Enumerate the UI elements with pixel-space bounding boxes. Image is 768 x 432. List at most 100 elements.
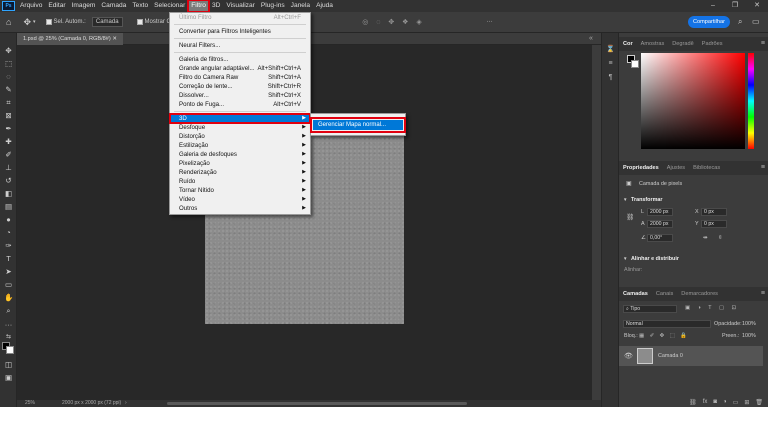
quick-select-icon[interactable]: ✎ [4,86,13,94]
menu-filtro[interactable]: Filtro [187,0,210,13]
menu-item-pixelate[interactable]: Pixelização ▶ [170,159,310,168]
crop-tool-icon[interactable]: ⌗ [4,99,13,107]
menu-item-neural-filters[interactable]: Neural Filters... [170,41,310,50]
maximize-icon[interactable]: ❐ [724,0,746,12]
menu-item-stylize[interactable]: Estilização ▶ [170,141,310,150]
chevron-down-icon[interactable]: ▼ [623,197,627,202]
rectangle-tool-icon[interactable]: ▭ [4,281,13,289]
more-options-icon[interactable]: ··· [487,19,493,25]
workspace-icon[interactable]: ▭ [752,17,760,26]
menu-imagem[interactable]: Imagem [69,0,99,12]
menu-item-vanishing-point[interactable]: Ponto de Fuga... Alt+Ctrl+V [170,100,310,109]
frame-tool-icon[interactable]: ⊠ [4,112,13,120]
menu-item-blur[interactable]: Desfoque ▶ [170,123,310,132]
menu-texto[interactable]: Texto [129,0,151,12]
collapse-panels-icon[interactable]: « [589,35,593,42]
add-mask-icon[interactable]: ◙ [713,399,717,407]
zoom-tool-icon[interactable]: ⌕ [4,307,13,315]
layer-name[interactable]: Camada 0 [658,353,683,359]
healing-brush-icon[interactable]: ✚ [4,138,13,146]
x-field[interactable]: 0 px [701,208,727,216]
tab-demarcadores[interactable]: Demarcadores [677,287,722,301]
quick-mask-icon[interactable]: ◫ [4,361,13,369]
new-layer-icon[interactable]: ⊞ [744,399,749,407]
fx-icon[interactable]: fx [703,399,708,407]
document-tab[interactable]: 1.psd @ 25% (Camada 0, RGB/8#) ✕ [17,33,124,45]
menu-item-dissolve[interactable]: Dissolver... Shift+Ctrl+X [170,91,310,100]
height-field[interactable]: 2000 px [647,220,673,228]
menu-item-video[interactable]: Vídeo ▶ [170,195,310,204]
layer-row[interactable]: 👁 Camada 0 [619,346,763,366]
menu-selecionar[interactable]: Selecionar [151,0,188,12]
panel-menu-icon[interactable]: ≡ [761,37,765,51]
menu-item-filter-gallery[interactable]: Galeria de filtros... [170,55,310,64]
history-brush-icon[interactable]: ↺ [4,177,13,185]
close-icon[interactable]: ✕ [746,0,768,12]
type-tool-icon[interactable]: T [4,255,13,263]
opacity-value[interactable]: 100% [742,321,756,327]
menu-janela[interactable]: Janela [288,0,313,12]
link-layers-icon[interactable]: ⛓ [689,399,697,407]
menu-item-render[interactable]: Renderização ▶ [170,168,310,177]
menu-plugins[interactable]: Plug-ins [258,0,288,12]
pen-tool-icon[interactable]: ✑ [4,242,13,250]
auto-select-checkbox[interactable]: Sel. Autom.: [45,19,86,25]
paragraph-icon[interactable]: ¶ [606,73,615,82]
more-tools-icon[interactable]: ··· [4,321,13,329]
menu-item-camera-raw[interactable]: Filtro do Camera Raw Shift+Ctrl+A [170,73,310,82]
clone-stamp-icon[interactable]: ⊥ [4,164,13,172]
tab-bibliotecas[interactable]: Bibliotecas [689,161,724,175]
eyedropper-icon[interactable]: ✒ [4,125,13,133]
layer-filter-icons[interactable]: ▣ ◑ T ▢ ⊡ [685,305,739,311]
menu-item-manage-normal-map[interactable]: Gerenciar Mapa normal... [310,117,406,133]
menu-item-sharpen[interactable]: Tornar Nítido ▶ [170,186,310,195]
y-field[interactable]: 0 px [701,220,727,228]
color-picker-field[interactable] [641,53,745,149]
menu-item-blur-gallery[interactable]: Galeria de desfoques ▶ [170,150,310,159]
flip-vertical-icon[interactable]: ⇳ [718,235,723,241]
adjustment-layer-icon[interactable]: ◑ [723,399,727,407]
fill-value[interactable]: 100% [742,333,756,339]
menu-item-distort[interactable]: Distorção ▶ [170,132,310,141]
move-tool-icon[interactable]: ✥ [23,17,31,28]
tab-ajustes[interactable]: Ajustes [663,161,689,175]
home-icon[interactable]: ⌂ [6,17,11,27]
menu-item-last-filter[interactable]: Último Filtro Alt+Ctrl+F [170,13,310,22]
tab-camadas[interactable]: Camadas [619,287,652,301]
menu-item-3d[interactable]: 3D ▶ [169,113,311,124]
delete-layer-icon[interactable]: 🗑 [755,399,763,407]
3d-mode-icons[interactable]: ◎ ◌ ✥ ❖ ◈ [362,18,425,26]
menu-visualizar[interactable]: Visualizar [223,0,257,12]
menu-item-adaptive-wide-angle[interactable]: Grande angular adaptável... Alt+Shift+Ctr… [170,64,310,73]
menu-item-convert-smart-filters[interactable]: Converter para Filtros Inteligentes [170,27,310,36]
menu-camada[interactable]: Camada [98,0,129,12]
panel-menu-icon[interactable]: ≡ [761,287,765,301]
tab-amostras[interactable]: Amostras [637,37,669,51]
tab-propriedades[interactable]: Propriedades [619,161,663,175]
brush-tool-icon[interactable]: ✐ [4,151,13,159]
menu-ajuda[interactable]: Ajuda [313,0,336,12]
eraser-tool-icon[interactable]: ◧ [4,190,13,198]
screen-mode-icon[interactable]: ▣ [4,374,13,382]
close-tab-icon[interactable]: ✕ [112,36,117,42]
lock-icons[interactable]: ▦ ✐ ✥ ⬚ 🔒 [639,333,689,339]
minimize-icon[interactable]: – [702,0,724,12]
layer-filter-dropdown[interactable]: ⌕ Tipo [623,305,677,313]
menu-item-other[interactable]: Outros ▶ [170,204,310,213]
background-color-swatch[interactable] [6,346,14,354]
flip-horizontal-icon[interactable]: ⇹ [703,235,708,241]
horizontal-scrollbar[interactable] [167,402,467,405]
gradient-tool-icon[interactable]: ▤ [4,203,13,211]
dodge-tool-icon[interactable]: ◔ [4,229,13,237]
menu-editar[interactable]: Editar [45,0,68,12]
menu-item-noise[interactable]: Ruído ▶ [170,177,310,186]
share-button[interactable]: Compartilhar [688,16,730,28]
path-select-icon[interactable]: ➤ [4,268,13,276]
hand-tool-icon[interactable]: ✋ [4,294,13,302]
angle-field[interactable]: 0,00° [647,234,673,242]
width-field[interactable]: 2000 px [647,208,673,216]
search-icon[interactable]: ⌕ [738,17,742,27]
lasso-tool-icon[interactable]: ◌ [4,73,13,81]
tab-canais[interactable]: Canais [652,287,677,301]
menu-arquivo[interactable]: Arquivo [17,0,45,12]
